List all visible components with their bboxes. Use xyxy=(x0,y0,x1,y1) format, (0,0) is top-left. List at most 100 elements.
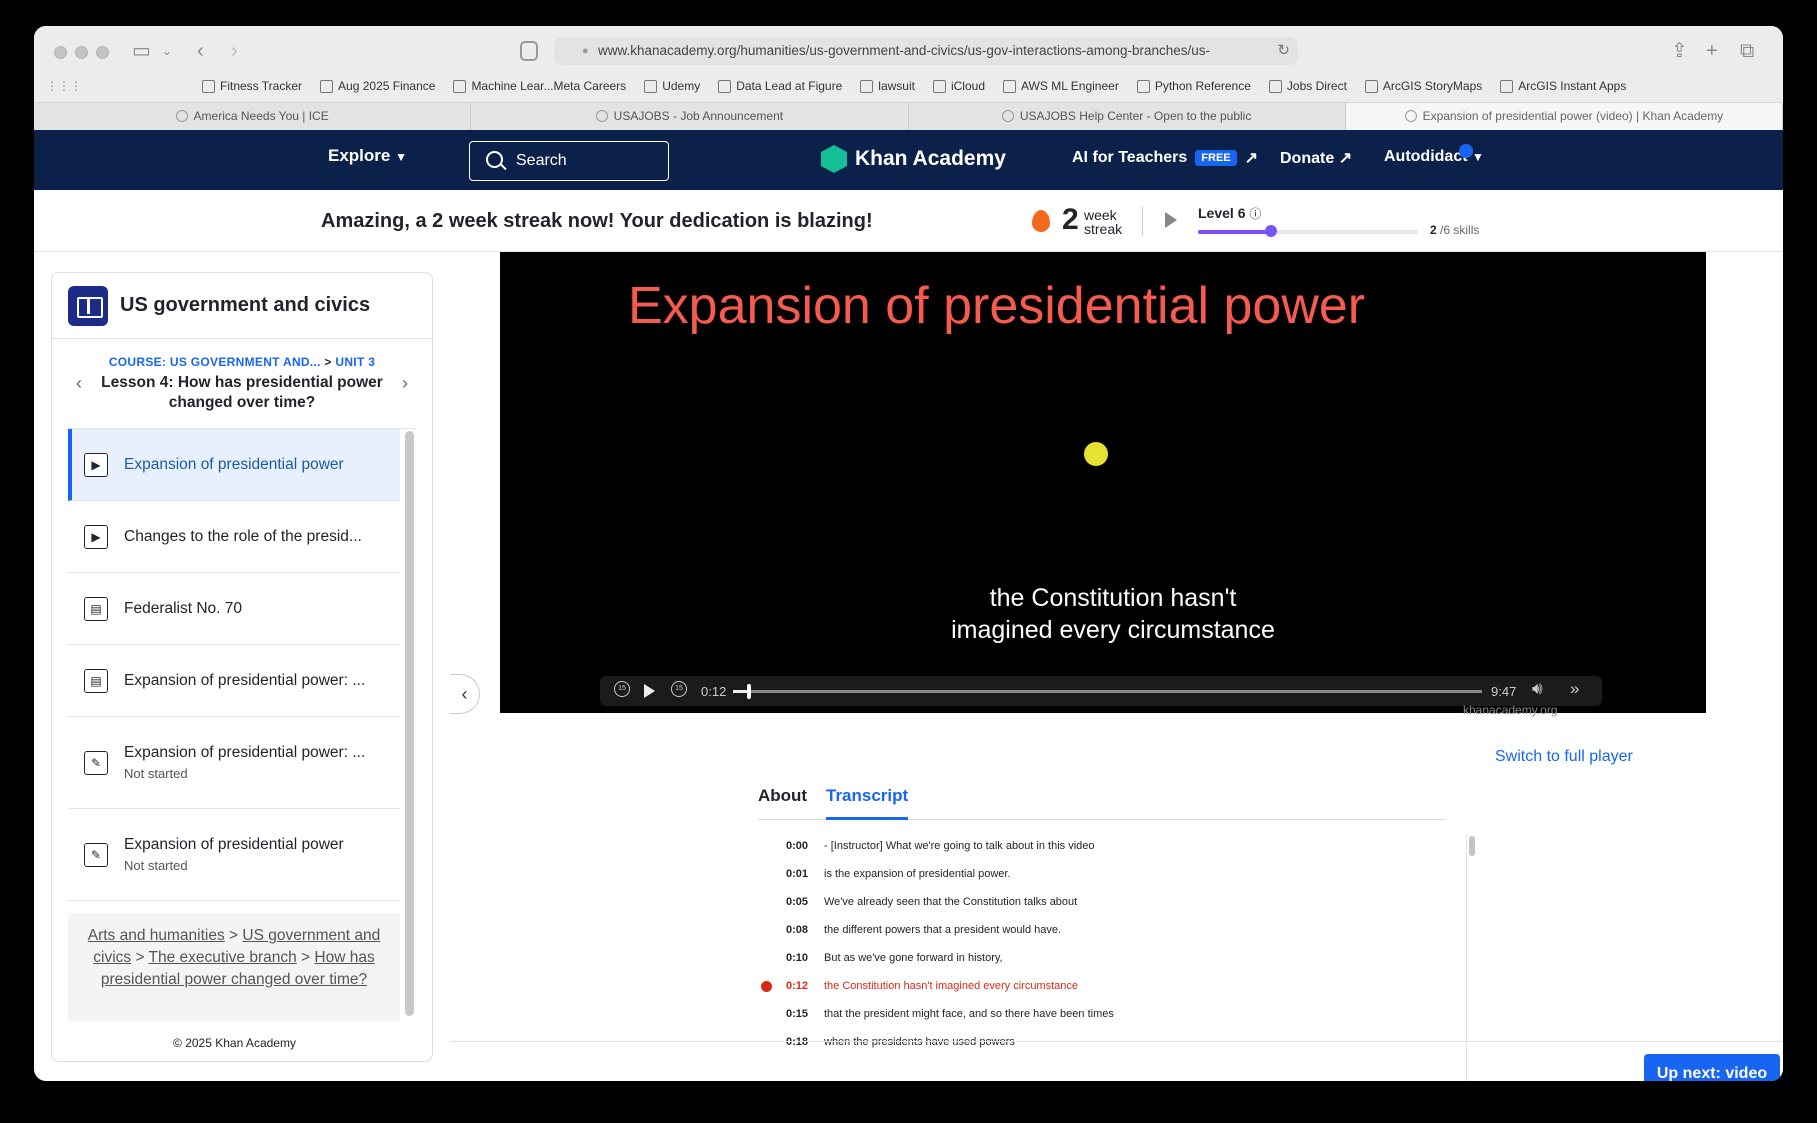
bookmark[interactable]: Python Reference xyxy=(1136,79,1251,93)
cursor-dot xyxy=(1084,442,1108,466)
window-controls[interactable] xyxy=(54,46,109,59)
bookmark[interactable]: ArcGIS Instant Apps xyxy=(1500,79,1626,93)
transcript-text: - [Instructor] What we're going to talk … xyxy=(824,840,1095,852)
khan-academy-logo[interactable]: Khan Academy xyxy=(821,145,1006,173)
browser-tab-active[interactable]: Expansion of presidential power (video) … xyxy=(1345,103,1783,130)
tab-about[interactable]: About xyxy=(758,786,807,820)
seek-progress xyxy=(733,690,748,693)
breadcrumb-link[interactable]: Arts and humanities xyxy=(88,927,225,944)
flame-icon xyxy=(1032,210,1050,232)
bookmark[interactable]: AWS ML Engineer xyxy=(1003,79,1119,93)
divider xyxy=(1142,206,1143,236)
lesson-header: COURSE: US GOVERNMENT AND... > UNIT 3 Le… xyxy=(68,339,416,429)
lesson-item[interactable]: ▤ Expansion of presidential power: ... xyxy=(68,645,400,717)
switch-full-player-link[interactable]: Switch to full player xyxy=(1495,748,1633,766)
streak-unit: week streak xyxy=(1084,207,1123,237)
forward-icon[interactable]: 15 xyxy=(671,681,687,697)
lesson-item[interactable]: ▶ Changes to the role of the presid... xyxy=(68,501,400,573)
forward-icon[interactable]: › xyxy=(231,38,238,64)
sidebar-toggle-icon[interactable]: ▭ xyxy=(132,38,151,64)
tab-overview-icon[interactable]: ⧉ xyxy=(1740,38,1754,64)
notification-dot xyxy=(1459,144,1473,158)
transcript-timestamp: 0:01 xyxy=(785,868,808,880)
bookmark[interactable]: Aug 2025 Finance xyxy=(320,79,435,93)
bookmark[interactable]: Fitness Tracker xyxy=(202,79,302,93)
more-icon[interactable]: » xyxy=(1570,679,1579,699)
bookmarks-bar: ⋮⋮⋮ Fitness Tracker Aug 2025 Finance Mac… xyxy=(34,76,1783,96)
rewind-icon[interactable]: 15 xyxy=(614,681,630,697)
transcript-text: the different powers that a president wo… xyxy=(824,924,1062,936)
chevron-down-icon[interactable]: ⌄ xyxy=(162,38,172,64)
collapse-sidebar-button[interactable]: ‹ xyxy=(450,674,480,714)
bookmark[interactable]: Machine Lear...Meta Careers xyxy=(453,79,626,93)
skills-count: 2 /6 skills xyxy=(1430,223,1480,237)
play-icon: ▶ xyxy=(84,452,108,477)
back-icon[interactable]: ‹ xyxy=(197,38,204,64)
lesson-item-active[interactable]: ▶ Expansion of presidential power xyxy=(68,429,400,501)
bookmark-folder[interactable]: lawsuit xyxy=(860,79,915,93)
volume-icon[interactable]: 🔊︎ xyxy=(1532,679,1543,699)
privacy-shield-icon[interactable] xyxy=(520,41,538,61)
prev-lesson-icon[interactable]: ‹ xyxy=(76,373,82,394)
play-icon[interactable] xyxy=(1165,212,1177,228)
search-input[interactable]: Search xyxy=(469,141,669,181)
transcript-scrollbar[interactable] xyxy=(1466,834,1476,1081)
address-bar[interactable]: ● www.khanacademy.org/humanities/us-gove… xyxy=(554,37,1298,65)
transcript-line[interactable]: 0:18 when the presidents have used powers xyxy=(758,1028,1446,1056)
next-lesson-icon[interactable]: › xyxy=(402,373,408,394)
lesson-item[interactable]: ▤ Federalist No. 70 xyxy=(68,573,400,645)
browser-tab[interactable]: USAJOBS Help Center - Open to the public xyxy=(908,103,1346,130)
browser-toolbar: ▭ ⌄ ‹ › ● www.khanacademy.org/humanities… xyxy=(34,26,1783,130)
apps-grid-icon[interactable]: ⋮⋮⋮ xyxy=(46,79,82,93)
browser-tab[interactable]: America Needs You | ICE xyxy=(34,103,472,130)
transcript-line[interactable]: 0:10 But as we've gone forward in history… xyxy=(758,944,1446,972)
lesson-item[interactable]: ✎ Expansion of presidential power: ... No… xyxy=(68,717,400,809)
bookmark[interactable]: iCloud xyxy=(932,79,985,93)
donate-link[interactable]: Donate ↗ xyxy=(1280,148,1352,168)
ai-for-teachers-link[interactable]: AI for Teachers FREE ↗ xyxy=(1072,148,1258,168)
player-controls: 15 15 0:12 9:47 🔊︎ » xyxy=(600,676,1602,706)
transcript-line[interactable]: 0:01 is the expansion of presidential pow… xyxy=(758,860,1446,888)
course-title[interactable]: US government and civics xyxy=(120,294,370,317)
sidebar-header: US government and civics xyxy=(52,273,432,339)
bookmark[interactable]: Udemy xyxy=(644,79,700,93)
bookmark[interactable]: ArcGIS StoryMaps xyxy=(1364,79,1482,93)
lesson-item[interactable]: ✎ Expansion of presidential power Not sta… xyxy=(68,809,400,901)
transcript-line[interactable]: 0:15 that the president might face, and s… xyxy=(758,1000,1446,1028)
browser-tab[interactable]: USAJOBS - Job Announcement xyxy=(471,103,909,130)
transcript-line[interactable]: 0:05 We've already seen that the Constitu… xyxy=(758,888,1446,916)
watermark: khanacademy.org xyxy=(1463,703,1558,717)
level-progress-fill xyxy=(1198,230,1271,234)
zoom-dot[interactable] xyxy=(96,46,109,59)
reload-icon[interactable]: ↻ xyxy=(1277,37,1290,65)
logo-icon xyxy=(821,145,847,173)
transcript-text: We've already seen that the Constitution… xyxy=(824,896,1078,908)
info-icon[interactable]: ⓘ xyxy=(1249,207,1261,221)
transcript-line[interactable]: 0:00 - [Instructor] What we're going to t… xyxy=(758,832,1446,860)
transcript-list: 0:00 - [Instructor] What we're going to t… xyxy=(758,832,1446,1081)
sidebar-scrollbar[interactable] xyxy=(405,431,414,1016)
external-link-icon: ↗ xyxy=(1244,150,1259,167)
level-progress-bar xyxy=(1198,230,1418,234)
transcript-line-current[interactable]: 0:12 the Constitution hasn't imagined eve… xyxy=(758,972,1446,1000)
seek-bar[interactable] xyxy=(733,684,1482,699)
video-player[interactable]: Expansion of presidential power the Cons… xyxy=(500,252,1706,713)
course-breadcrumb[interactable]: COURSE: US GOVERNMENT AND... > UNIT 3 xyxy=(68,355,416,369)
bookmark[interactable]: Data Lead at Figure xyxy=(718,79,842,93)
breadcrumb-link[interactable]: The executive branch xyxy=(149,949,297,966)
chevron-down-icon: ▼ xyxy=(395,150,407,164)
up-next-button[interactable]: Up next: video xyxy=(1644,1054,1780,1081)
bookmark[interactable]: Jobs Direct xyxy=(1268,79,1347,93)
new-tab-icon[interactable]: + xyxy=(1706,38,1718,64)
seek-handle[interactable] xyxy=(747,684,751,699)
close-dot[interactable] xyxy=(54,46,67,59)
share-icon[interactable]: ⇪ xyxy=(1671,38,1688,64)
minimize-dot[interactable] xyxy=(75,46,88,59)
tab-transcript[interactable]: Transcript xyxy=(826,786,909,820)
transcript-line[interactable]: 0:08 the different powers that a presiden… xyxy=(758,916,1446,944)
play-button[interactable] xyxy=(644,684,655,698)
book-icon xyxy=(68,285,108,326)
transcript-timestamp: 0:15 xyxy=(785,1008,808,1020)
streak-banner: Amazing, a 2 week streak now! Your dedic… xyxy=(34,190,1783,252)
explore-menu[interactable]: Explore ▼ xyxy=(328,146,407,166)
